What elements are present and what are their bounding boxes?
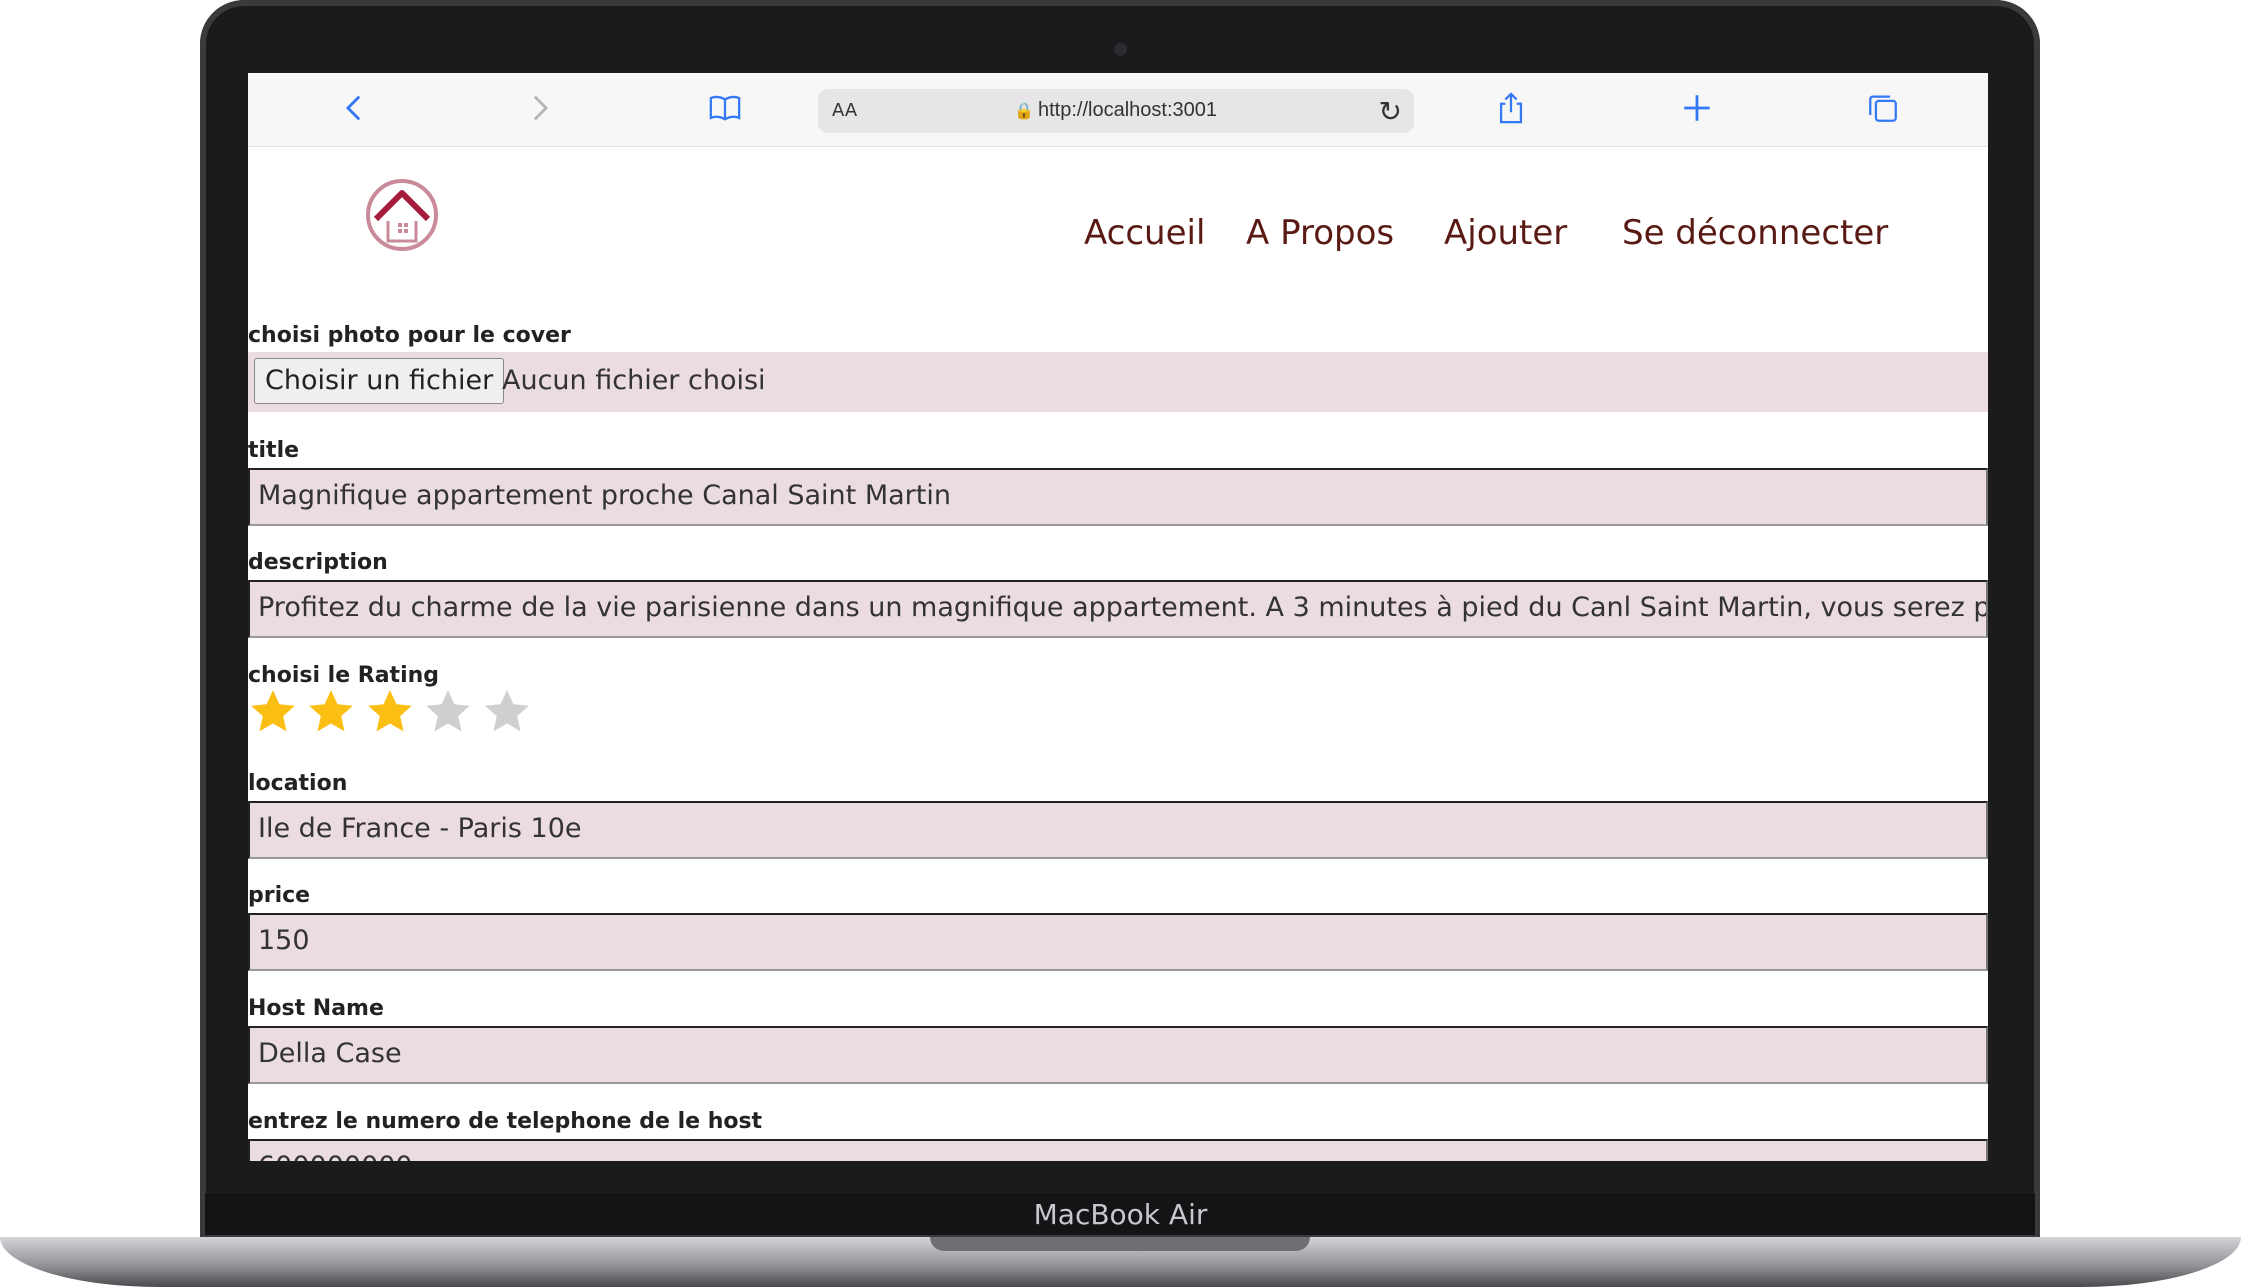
text-size-button[interactable]: AA: [832, 100, 857, 121]
site-logo[interactable]: [362, 175, 442, 275]
host-name-input[interactable]: Della Case: [248, 1026, 1988, 1084]
new-tab-icon[interactable]: [1678, 91, 1716, 129]
file-status: Aucun fichier choisi: [502, 365, 766, 396]
price-value: 150: [258, 925, 310, 956]
bookmarks-icon[interactable]: [706, 91, 744, 129]
nav-a-propos[interactable]: A Propos: [1246, 213, 1394, 253]
choose-file-button[interactable]: Choisir un fichier: [254, 358, 505, 404]
star-icon-1[interactable]: [248, 687, 298, 737]
rating-label: choisi le Rating: [248, 663, 440, 688]
title-value: Magnifique appartement proche Canal Sain…: [258, 480, 951, 511]
rating-stars: [248, 687, 536, 742]
laptop-notch: [930, 1237, 1310, 1251]
address-bar[interactable]: AA 🔒 http://localhost:3001 ↻: [818, 89, 1414, 133]
nav-ajouter[interactable]: Ajouter: [1444, 213, 1567, 253]
url-text[interactable]: http://localhost:3001: [1038, 99, 1217, 122]
star-icon-3[interactable]: [365, 687, 415, 737]
share-icon[interactable]: [1492, 91, 1530, 129]
price-label: price: [248, 883, 311, 908]
location-label: location: [248, 771, 348, 796]
description-value: Profitez du charme de la vie parisienne …: [258, 592, 1988, 623]
nav-accueil[interactable]: Accueil: [1084, 213, 1205, 253]
camera-icon: [1114, 43, 1127, 56]
title-input[interactable]: Magnifique appartement proche Canal Sain…: [248, 468, 1988, 526]
location-input[interactable]: Ile de France - Paris 10e: [248, 801, 1988, 859]
back-icon[interactable]: [336, 91, 374, 129]
nav-se-deconnecter[interactable]: Se déconnecter: [1622, 213, 1888, 253]
forward-icon[interactable]: [520, 91, 558, 129]
cover-file-input: Choisir un fichier Aucun fichier choisi: [248, 352, 1988, 412]
host-name-value: Della Case: [258, 1038, 402, 1069]
star-icon-5[interactable]: [482, 687, 532, 737]
host-name-label: Host Name: [248, 996, 384, 1021]
host-phone-label: entrez le numero de telephone de le host: [248, 1109, 763, 1134]
reload-icon[interactable]: ↻: [1379, 95, 1402, 128]
host-phone-input[interactable]: 600000000: [248, 1139, 1988, 1161]
star-icon-4[interactable]: [423, 687, 473, 737]
browser-toolbar: AA 🔒 http://localhost:3001 ↻: [248, 73, 1988, 147]
description-input[interactable]: Profitez du charme de la vie parisienne …: [248, 580, 1988, 638]
star-icon-2[interactable]: [306, 687, 356, 737]
host-phone-value: 600000000: [258, 1151, 413, 1161]
cover-label: choisi photo pour le cover: [248, 323, 571, 348]
location-value: Ile de France - Paris 10e: [258, 813, 582, 844]
description-label: description: [248, 550, 388, 575]
price-input[interactable]: 150: [248, 913, 1988, 971]
browser-screen: AA 🔒 http://localhost:3001 ↻ Accueil A P…: [248, 73, 1988, 1161]
tabs-overview-icon[interactable]: [1864, 91, 1902, 129]
device-brand: MacBook Air: [1033, 1198, 1208, 1231]
title-label: title: [248, 438, 300, 463]
lock-icon: 🔒: [1014, 103, 1034, 120]
